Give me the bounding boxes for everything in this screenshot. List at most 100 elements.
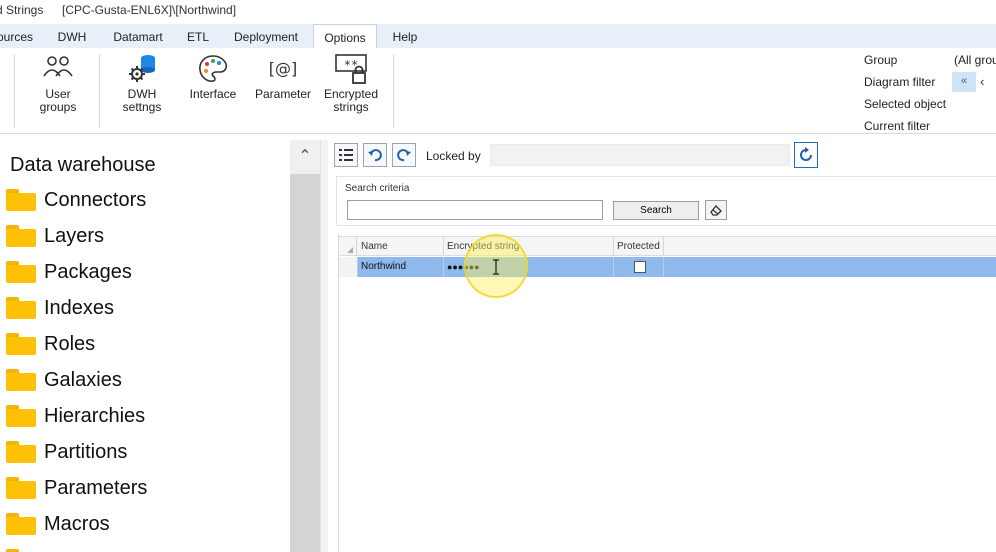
- search-button[interactable]: Search: [613, 201, 699, 220]
- tree-item-layers[interactable]: Layers: [6, 220, 104, 252]
- folder-icon: [6, 477, 36, 499]
- tree-item-label: Partitions: [44, 440, 128, 463]
- users-icon: [43, 56, 73, 77]
- ribbon-separator: [393, 54, 394, 128]
- interface-label: Interface: [189, 87, 237, 101]
- diagram-filter-label: Diagram filter: [864, 75, 936, 89]
- tab-sources[interactable]: ources: [0, 24, 36, 48]
- encrypted-strings-label: Encrypted strings: [323, 87, 379, 114]
- folder-icon: [6, 369, 36, 391]
- ribbon-separator: [14, 54, 15, 128]
- tab-options[interactable]: Options: [313, 24, 377, 49]
- encrypted-lock-icon: **: [335, 54, 367, 84]
- svg-text:[@]: [@]: [269, 59, 297, 78]
- cell-name[interactable]: Northwind: [358, 257, 444, 277]
- tab-deployment[interactable]: Deployment: [226, 24, 306, 48]
- tree-root-data-warehouse[interactable]: Data warehouse: [10, 154, 156, 177]
- folder-icon: [6, 441, 36, 463]
- clear-search-button[interactable]: [705, 200, 727, 220]
- column-header-protected[interactable]: Protected: [614, 237, 664, 256]
- tree-item-label: Layers: [44, 224, 105, 247]
- tree-item-partial: [6, 544, 44, 552]
- locked-by-field: [490, 144, 790, 166]
- list-icon: [339, 149, 353, 161]
- menu-bar: ources DWH Datamart ETL Deployment Optio…: [0, 24, 996, 49]
- search-criteria-group: Search criteria Search: [336, 176, 996, 226]
- tree-scrollbar[interactable]: ⌃: [290, 140, 320, 552]
- chevron-up-icon[interactable]: ⌃: [290, 140, 320, 174]
- redo-icon: [397, 149, 411, 162]
- undo-button[interactable]: [363, 143, 387, 167]
- folder-icon: [6, 225, 36, 247]
- tree-item-packages[interactable]: Packages: [6, 256, 132, 288]
- double-chevron-left-icon[interactable]: «: [952, 72, 976, 92]
- folder-icon: [6, 297, 36, 319]
- interface-button[interactable]: Interface: [186, 52, 240, 101]
- protected-checkbox[interactable]: [634, 261, 646, 273]
- tree-item-label: Galaxies: [44, 368, 122, 391]
- tree-item-label: Macros: [44, 512, 110, 535]
- folder-icon: [6, 405, 36, 427]
- tree-item-label: Hierarchies: [44, 404, 146, 427]
- tree-item-label: Indexes: [44, 296, 115, 319]
- tree-item-roles[interactable]: Roles: [6, 328, 95, 360]
- folder-icon: [6, 333, 36, 355]
- tab-datamart[interactable]: Datamart: [106, 24, 170, 48]
- user-groups-button[interactable]: User groups: [30, 52, 86, 114]
- parameter-at-icon: [@]: [269, 59, 297, 78]
- table-row[interactable]: Northwind ●●●●●●: [339, 257, 996, 277]
- tree-item-connectors[interactable]: Connectors: [6, 184, 146, 216]
- encrypted-strings-button[interactable]: ** Encrypted strings: [322, 52, 380, 114]
- tree-item-macros[interactable]: Macros: [6, 508, 110, 540]
- selected-object-label: Selected object: [864, 97, 947, 111]
- list-view-button[interactable]: [334, 143, 358, 167]
- search-input[interactable]: [347, 200, 603, 220]
- tree-item-galaxies[interactable]: Galaxies: [6, 364, 122, 396]
- object-tree: Data warehouse Connectors Layers Package…: [0, 140, 290, 552]
- ribbon: User groups DWH settngs Interface [@] Pa…: [0, 48, 996, 134]
- current-filter-label: Current filter: [864, 119, 931, 133]
- grid-header: Name Encrypted string Protected: [339, 236, 996, 256]
- eraser-icon: [710, 205, 722, 216]
- column-header-name[interactable]: Name: [358, 237, 444, 256]
- tree-item-parameters[interactable]: Parameters: [6, 472, 147, 504]
- search-criteria-legend: Search criteria: [345, 183, 410, 194]
- tree-item-hierarchies[interactable]: Hierarchies: [6, 400, 145, 432]
- folder-icon: [6, 513, 36, 535]
- group-dropdown[interactable]: (All grou: [954, 53, 996, 67]
- window-title-app: d Strings: [0, 3, 44, 17]
- row-selector[interactable]: [339, 257, 358, 277]
- ribbon-separator: [99, 54, 100, 128]
- tree-item-label: Connectors: [44, 188, 147, 211]
- parameter-label: Parameter: [254, 87, 312, 101]
- redo-button[interactable]: [392, 143, 416, 167]
- encrypted-strings-editor: Locked by Search criteria Search Name En…: [330, 140, 996, 552]
- folder-icon: [6, 261, 36, 283]
- group-label: Group: [864, 53, 898, 67]
- database-gear-icon: [129, 55, 155, 82]
- folder-icon: [6, 189, 36, 211]
- dwh-settings-button[interactable]: DWH settngs: [112, 52, 172, 114]
- window-title-path: [CPC-Gusta-ENL6X]\[Northwind]: [62, 3, 237, 17]
- title-bar: d Strings [CPC-Gusta-ENL6X]\[Northwind]: [0, 0, 996, 22]
- tree-item-label: Roles: [44, 332, 96, 355]
- select-all-corner[interactable]: [339, 237, 357, 256]
- user-groups-label: User groups: [39, 87, 77, 114]
- tree-item-indexes[interactable]: Indexes: [6, 292, 114, 324]
- text-cursor-icon: [493, 259, 499, 275]
- tab-dwh[interactable]: DWH: [52, 24, 92, 48]
- tab-help[interactable]: Help: [384, 24, 426, 48]
- tree-item-partitions[interactable]: Partitions: [6, 436, 127, 468]
- tree-item-label: Parameters: [44, 476, 148, 499]
- tree-item-label: Packages: [44, 260, 132, 283]
- parameter-button[interactable]: [@] Parameter: [254, 52, 312, 101]
- palette-icon: [199, 55, 228, 82]
- encrypted-strings-grid: Name Encrypted string Protected Northwin…: [338, 234, 996, 552]
- chevron-left-icon[interactable]: ‹: [980, 72, 984, 91]
- refresh-button[interactable]: [794, 142, 818, 168]
- tab-etl[interactable]: ETL: [180, 24, 216, 48]
- refresh-icon: [800, 147, 812, 161]
- dwh-settings-label: DWH settngs: [122, 87, 162, 114]
- panel-splitter[interactable]: [320, 140, 328, 552]
- undo-icon: [368, 149, 382, 162]
